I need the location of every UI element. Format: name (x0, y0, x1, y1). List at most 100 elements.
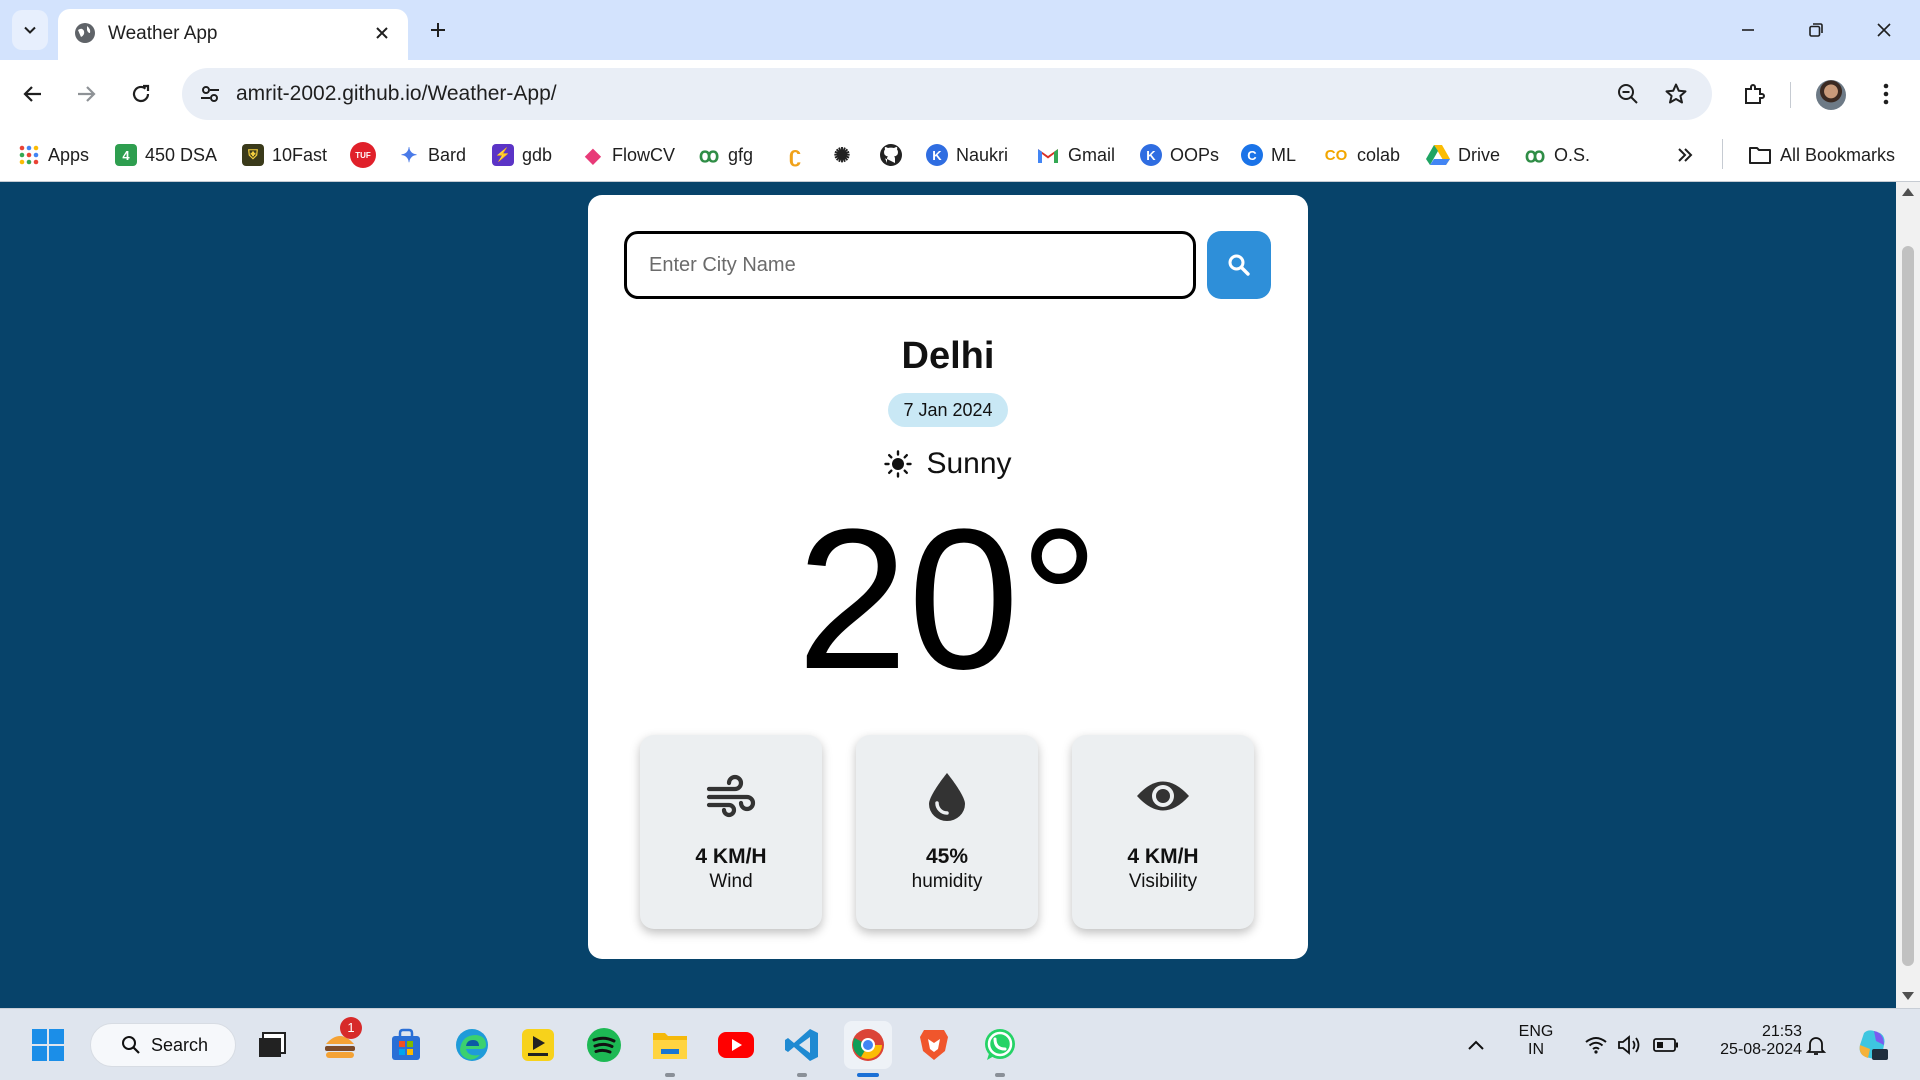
github-icon (880, 144, 902, 166)
visibility-value: 4 KM/H (1127, 845, 1199, 868)
active-indicator (857, 1073, 879, 1077)
bookmark-chatgpt[interactable]: ✺ (831, 140, 853, 170)
all-bookmarks-button[interactable]: All Bookmarks (1748, 140, 1895, 170)
bard-sparkle-icon: ✦ (400, 144, 418, 167)
new-tab-button[interactable] (422, 14, 454, 46)
more-bookmarks-button[interactable] (1676, 140, 1694, 170)
wind-label: Wind (709, 871, 753, 892)
scroll-up-arrow-icon[interactable] (1902, 188, 1914, 196)
weather-card: Delhi 7 Jan 2024 Sunny 20° (588, 195, 1308, 959)
player-icon (522, 1029, 554, 1061)
tab-search-button[interactable] (12, 10, 48, 50)
eye-icon (1137, 781, 1189, 811)
tuf-icon: TUF (350, 142, 376, 168)
oops-icon: K (1140, 144, 1162, 166)
browser-toolbar: amrit-2002.github.io/Weather-App/ (0, 60, 1920, 128)
ml-icon: C (1241, 144, 1263, 166)
restore-icon (1809, 23, 1823, 37)
address-bar[interactable]: amrit-2002.github.io/Weather-App/ (182, 68, 1712, 120)
taskbar-app-youtube[interactable] (712, 1021, 760, 1069)
taskbar-app-whatsapp[interactable] (976, 1021, 1024, 1069)
copilot-button[interactable] (1848, 1021, 1896, 1069)
clock-date: 25-08-2024 (1720, 1041, 1802, 1058)
language-indicator[interactable]: ENG IN (1508, 1023, 1564, 1059)
drive-icon (1426, 145, 1450, 165)
bookmark-star-button[interactable] (1660, 78, 1692, 110)
taskbar-app-store[interactable] (382, 1021, 430, 1069)
bookmark-drive[interactable]: Drive (1426, 140, 1500, 170)
bookmark-leetcode[interactable]: ʗ (784, 140, 806, 170)
bookmark-colab[interactable]: CO colab (1323, 140, 1400, 170)
bookmark-oops[interactable]: K OOPs (1140, 140, 1219, 170)
clock[interactable]: 21:53 25-08-2024 (1694, 1023, 1802, 1059)
vscode-icon (785, 1029, 818, 1061)
quick-settings-button[interactable] (1572, 1021, 1692, 1069)
chrome-menu-button[interactable] (1866, 74, 1906, 114)
taskbar-app-player[interactable] (514, 1021, 562, 1069)
whatsapp-icon (985, 1029, 1015, 1060)
restore-button[interactable] (1794, 12, 1838, 48)
show-hidden-icons-button[interactable] (1456, 1021, 1496, 1069)
taskbar-app-brave[interactable] (910, 1021, 958, 1069)
profile-avatar[interactable] (1816, 80, 1846, 110)
wind-value: 4 KM/H (695, 845, 767, 868)
close-window-button[interactable] (1862, 12, 1906, 48)
taskbar-app-vscode[interactable] (778, 1021, 826, 1069)
bookmark-bard[interactable]: ✦ Bard (398, 140, 466, 170)
extensions-button[interactable] (1734, 74, 1774, 114)
url-text[interactable]: amrit-2002.github.io/Weather-App/ (236, 82, 557, 106)
chatgpt-icon: ✺ (833, 144, 851, 167)
tab-weather-app[interactable]: Weather App (58, 9, 408, 60)
minimize-button[interactable] (1726, 12, 1770, 48)
clock-time: 21:53 (1761, 1023, 1802, 1040)
back-button[interactable] (13, 74, 53, 114)
bookmarks-bar: Apps 4 450 DSA ⛨ 10Fast TUF ✦ Bard ⚡ gdb… (0, 128, 1920, 182)
microsoft-store-icon (392, 1028, 420, 1060)
tune-icon (201, 86, 219, 102)
task-view-button[interactable] (248, 1021, 296, 1069)
dsa-icon: 4 (115, 144, 137, 166)
bookmark-github[interactable] (879, 140, 903, 170)
bookmark-label: ML (1271, 144, 1297, 165)
bookmark-gdb[interactable]: ⚡ gdb (492, 140, 552, 170)
page-scrollbar[interactable] (1896, 182, 1920, 1008)
copilot-icon (1859, 1030, 1888, 1060)
scrollbar-thumb[interactable] (1902, 246, 1914, 966)
volume-icon (1618, 1035, 1640, 1055)
humidity-stat-card: 45% humidity (856, 735, 1038, 929)
search-button[interactable] (1207, 231, 1271, 299)
bookmark-apps[interactable]: Apps (18, 140, 89, 170)
colab-icon: CO (1324, 146, 1348, 164)
taskbar-app-spotify[interactable] (580, 1021, 628, 1069)
taskbar-app-file-explorer[interactable] (646, 1021, 694, 1069)
bookmark-10fast[interactable]: ⛨ 10Fast (242, 140, 327, 170)
tab-title: Weather App (108, 23, 218, 44)
battery-icon (1653, 1038, 1678, 1052)
bookmark-tuf[interactable]: TUF (350, 140, 376, 170)
bookmark-label: gdb (522, 144, 553, 165)
bookmark-gfg[interactable]: ꝏ gfg (698, 140, 753, 170)
start-button[interactable] (24, 1021, 72, 1069)
site-info-button[interactable] (192, 76, 228, 112)
taskbar-app-edge[interactable] (448, 1021, 496, 1069)
close-tab-button[interactable] (368, 19, 396, 47)
search-icon (1228, 254, 1250, 276)
running-indicator (665, 1073, 675, 1077)
forward-button[interactable] (66, 74, 106, 114)
city-search-input[interactable] (624, 231, 1196, 299)
wifi-icon (1585, 1037, 1607, 1054)
taskbar-search[interactable]: Search (90, 1023, 236, 1067)
bookmark-flowcv[interactable]: ◆ FlowCV (582, 140, 675, 170)
gfg-icon: ꝏ (698, 144, 720, 167)
taskbar-app-chrome[interactable] (844, 1021, 892, 1069)
bookmark-gmail[interactable]: Gmail (1036, 140, 1115, 170)
scroll-down-arrow-icon[interactable] (1902, 992, 1914, 1000)
bookmark-ml[interactable]: C ML (1241, 140, 1296, 170)
taskbar-app-food[interactable]: 1 (316, 1017, 364, 1069)
bookmark-naukri[interactable]: K Naukri (926, 140, 1008, 170)
reload-button[interactable] (121, 74, 161, 114)
notification-center-button[interactable] (1796, 1021, 1836, 1069)
bookmark-450-dsa[interactable]: 4 450 DSA (115, 140, 217, 170)
bookmark-os[interactable]: ꝏ O.S. (1524, 140, 1590, 170)
zoom-button[interactable] (1612, 78, 1644, 110)
